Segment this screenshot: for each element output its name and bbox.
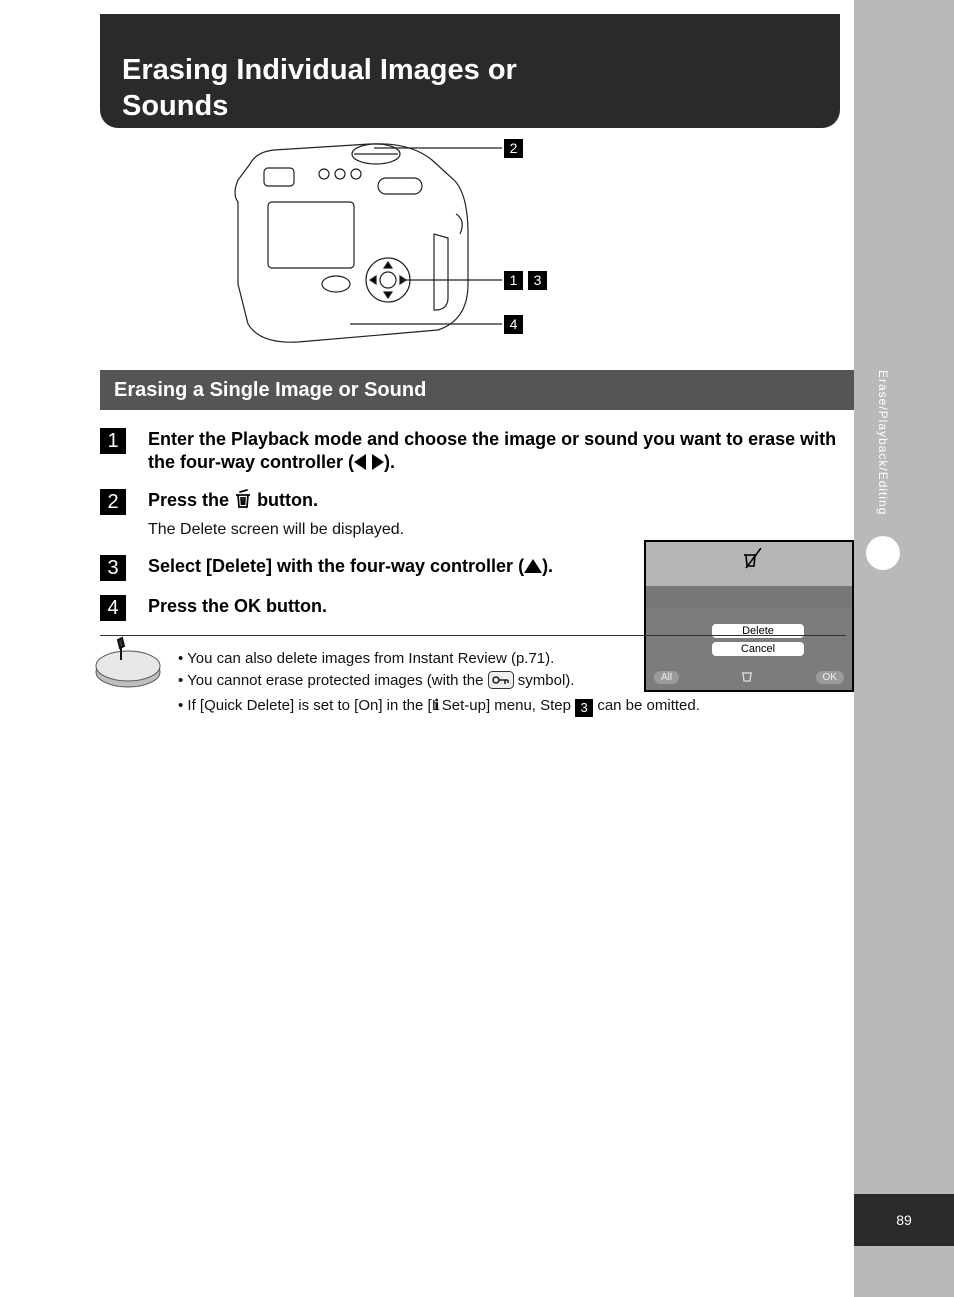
memo-pin-icon: [88, 636, 166, 697]
step-4: 4 Press the OK button.: [100, 595, 620, 621]
lcd-trash-slash-icon: [741, 548, 763, 575]
memo-bullet-2: • You cannot erase protected images (wit…: [178, 670, 838, 696]
step-4-heading: Press the OK button.: [148, 595, 620, 618]
page-title-banner: Erasing Individual Images or Sounds: [100, 14, 840, 128]
step-3-heading-post: ).: [542, 556, 553, 576]
diagram-callout-3: 3: [528, 271, 547, 290]
camera-callout-lines: [100, 128, 840, 368]
page-content: Erasing Individual Images or Sounds: [100, 14, 854, 725]
memo-text: • You can also delete images from Instan…: [178, 648, 838, 718]
step-2-heading-post: button.: [257, 490, 318, 510]
page-title-line1: Erasing Individual Images or: [122, 52, 840, 88]
diagram-callout-1: 1: [504, 271, 523, 290]
memo-bullet-1: • You can also delete images from Instan…: [178, 648, 838, 670]
four-way-left-right-icon: [354, 454, 384, 470]
four-way-up-icon: [524, 559, 542, 573]
memo-bullet-3: • If [Quick Delete] is set to [On] in th…: [178, 695, 838, 717]
step-2-heading-pre: Press the: [148, 490, 234, 510]
trash-icon: [234, 489, 252, 515]
step-3-heading-pre: Select [Delete] with the four-way contro…: [148, 556, 524, 576]
memo-step-ref: 3: [575, 699, 593, 717]
diagram-callout-2: 2: [504, 139, 523, 158]
step-3: 3 Select [Delete] with the four-way cont…: [100, 555, 620, 581]
section-heading: Erasing a Single Image or Sound: [100, 370, 854, 410]
lcd-buildings: [646, 586, 852, 608]
step-1-heading: Enter the Playback mode and choose the i…: [148, 428, 846, 475]
steps-list: 1 Enter the Playback mode and choose the…: [100, 428, 854, 725]
step-1: 1 Enter the Playback mode and choose the…: [100, 428, 846, 475]
step-2: 2 Press the button. The Delete screen wi…: [100, 489, 620, 541]
step-number: 1: [100, 428, 126, 454]
step-2-heading: Press the button.: [148, 489, 620, 515]
step-2-body: The Delete screen will be displayed.: [148, 519, 620, 541]
protect-key-icon: [488, 671, 514, 696]
memo-block: • You can also delete images from Instan…: [100, 635, 846, 725]
page-number: 89: [854, 1194, 954, 1246]
camera-diagram-area: 2 1 3 4: [100, 128, 840, 368]
step-1-heading-pre: Enter the Playback mode and choose the i…: [148, 429, 836, 472]
diagram-callout-4: 4: [504, 315, 523, 334]
step-number: 2: [100, 489, 126, 515]
thumb-index-tab: [866, 536, 900, 570]
step-number: 4: [100, 595, 126, 621]
step-number: 3: [100, 555, 126, 581]
step-3-heading: Select [Delete] with the four-way contro…: [148, 555, 620, 578]
page-title-line2: Sounds: [122, 88, 840, 124]
right-margin-column: [854, 0, 954, 1297]
section-side-label: Erase/Playback/Editing: [870, 370, 890, 515]
step-1-heading-post: ).: [384, 452, 395, 472]
